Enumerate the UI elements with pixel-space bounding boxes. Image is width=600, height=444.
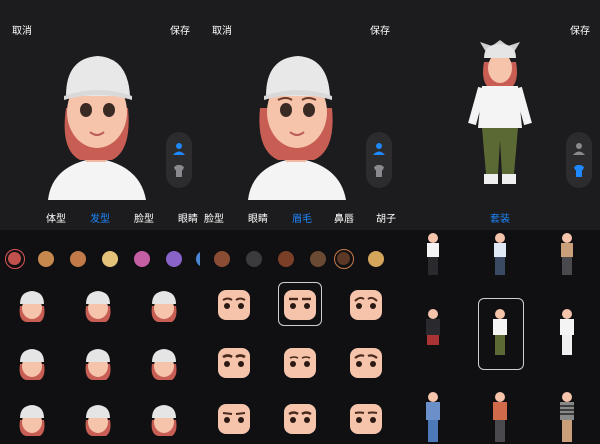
- category-tabs: 脸型 眼睛 眉毛 鼻唇 胡子: [200, 210, 400, 226]
- outfit-option[interactable]: [554, 305, 580, 360]
- eyebrow-option[interactable]: [214, 284, 254, 324]
- color-swatch[interactable]: [246, 251, 262, 267]
- hairstyle-option[interactable]: [78, 342, 118, 382]
- color-swatch-selected[interactable]: [5, 249, 25, 269]
- avatar-head-preview: [48, 56, 146, 200]
- color-swatch-selected[interactable]: [334, 249, 354, 269]
- shirt-icon[interactable]: [572, 164, 586, 178]
- hairstyle-option[interactable]: [78, 398, 118, 438]
- color-swatch[interactable]: [134, 251, 150, 267]
- outfit-option[interactable]: [487, 388, 513, 444]
- tab-eyes[interactable]: 眼睛: [248, 210, 268, 225]
- avatar-preview-stage: 取消 保存 脸型 眼睛 眉毛 鼻唇 胡子: [200, 0, 400, 230]
- outfit-option[interactable]: [420, 305, 446, 360]
- tab-face[interactable]: 脸型: [204, 210, 224, 225]
- hairstyle-option[interactable]: [12, 284, 52, 324]
- color-swatch[interactable]: [70, 251, 86, 267]
- color-swatch[interactable]: [310, 251, 326, 267]
- avatar-preview-stage: 取消 保存 体型 发型 脸型 眼睛: [0, 0, 200, 230]
- hairstyle-option[interactable]: [78, 284, 118, 324]
- eyebrow-option[interactable]: [214, 342, 254, 382]
- tab-hair[interactable]: 发型: [90, 210, 110, 225]
- save-button[interactable]: 保存: [370, 22, 390, 37]
- hairstyle-option[interactable]: [144, 398, 184, 438]
- person-icon[interactable]: [572, 142, 586, 156]
- view-toggle[interactable]: [566, 132, 592, 188]
- color-swatch[interactable]: [278, 251, 294, 267]
- avatar-editor-hair: 取消 保存 体型 发型 脸型 眼睛: [0, 0, 200, 444]
- eyebrow-option[interactable]: [214, 398, 254, 438]
- avatar-fullbody-preview: [468, 40, 532, 184]
- color-swatch[interactable]: [102, 251, 118, 267]
- color-swatch[interactable]: [368, 251, 384, 267]
- color-swatch[interactable]: [38, 251, 54, 267]
- outfit-option[interactable]: [487, 305, 513, 360]
- hairstyle-option[interactable]: [144, 342, 184, 382]
- eyebrow-option[interactable]: [280, 398, 320, 438]
- eyebrow-option[interactable]: [346, 342, 386, 382]
- shirt-icon[interactable]: [172, 164, 186, 178]
- avatar-editor-eyebrows: 取消 保存 脸型 眼睛 眉毛 鼻唇 胡子: [200, 0, 400, 444]
- tab-nose-lips[interactable]: 鼻唇: [334, 210, 354, 225]
- tab-body[interactable]: 体型: [46, 210, 66, 225]
- tab-beard[interactable]: 胡子: [376, 210, 396, 225]
- eyebrow-option[interactable]: [346, 284, 386, 324]
- category-tabs: 套装: [400, 210, 600, 226]
- color-swatch[interactable]: [166, 251, 182, 267]
- person-icon[interactable]: [372, 142, 386, 156]
- tab-outfits[interactable]: 套装: [490, 210, 510, 225]
- tab-eyebrows[interactable]: 眉毛: [292, 210, 312, 225]
- hairstyle-option[interactable]: [12, 398, 52, 438]
- outfit-option[interactable]: [420, 230, 446, 280]
- shirt-icon[interactable]: [372, 164, 386, 178]
- outfit-option[interactable]: [554, 230, 580, 280]
- outfit-option[interactable]: [554, 388, 580, 444]
- view-toggle[interactable]: [366, 132, 392, 188]
- outfit-option[interactable]: [487, 230, 513, 280]
- hairstyle-option[interactable]: [144, 284, 184, 324]
- avatar-preview-stage: 保存 套装: [400, 0, 600, 230]
- eyebrow-option[interactable]: [280, 342, 320, 382]
- person-icon[interactable]: [172, 142, 186, 156]
- cancel-button[interactable]: 取消: [212, 22, 232, 37]
- view-toggle[interactable]: [166, 132, 192, 188]
- avatar-editor-outfits: 保存 套装: [400, 0, 600, 444]
- hairstyle-option[interactable]: [12, 342, 52, 382]
- category-tabs: 体型 发型 脸型 眼睛: [0, 210, 200, 226]
- eyebrow-option[interactable]: [280, 284, 320, 324]
- eyebrow-option[interactable]: [346, 398, 386, 438]
- color-swatch[interactable]: [214, 251, 230, 267]
- tab-eyes[interactable]: 眼睛: [178, 210, 198, 225]
- outfit-option[interactable]: [420, 388, 446, 444]
- tab-face[interactable]: 脸型: [134, 210, 154, 225]
